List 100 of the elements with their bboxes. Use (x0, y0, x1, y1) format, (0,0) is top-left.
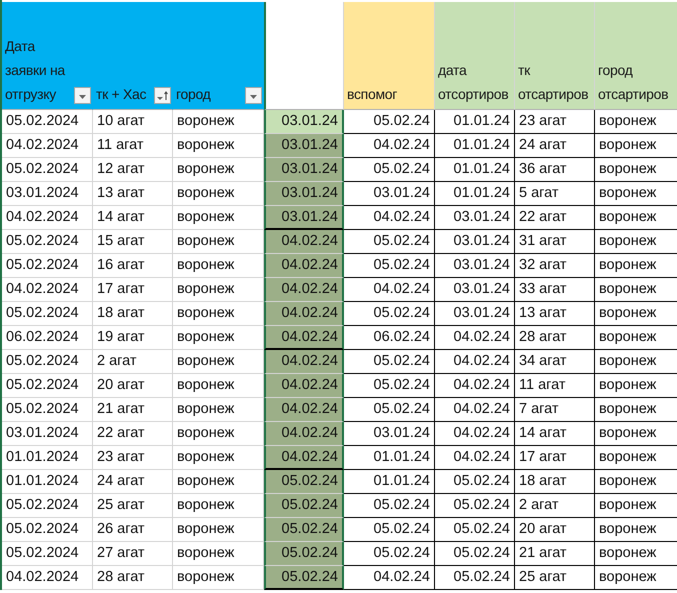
table-cell: 04.02.24 (344, 278, 435, 302)
table-cell: воронеж (173, 110, 264, 134)
table-cell: 05.02.24 (435, 470, 515, 494)
table-cell: 14 агат (515, 422, 595, 446)
table-cell: 27 агат (93, 542, 173, 566)
table-cell: 05.02.24 (344, 230, 435, 254)
table-cell: 01.01.24 (435, 158, 515, 182)
table-cell: 05.02.24 (344, 158, 435, 182)
table-cell: воронеж (173, 446, 264, 470)
table-cell: 04.02.24 (435, 398, 515, 422)
table-cell: 01.01.24 (344, 446, 435, 470)
table-cell: 03.01.24 (435, 278, 515, 302)
table-cell: 04.02.24 (264, 230, 344, 254)
table-cell: 04.02.24 (264, 278, 344, 302)
table-cell: 03.01.24 (264, 206, 344, 230)
table-cell: воронеж (173, 230, 264, 254)
sort-filter-button[interactable] (154, 87, 171, 104)
table-cell: 01.01.2024 (2, 446, 93, 470)
table-cell: 05.02.2024 (2, 302, 93, 326)
table-cell: 33 агат (515, 278, 595, 302)
table-cell: воронеж (173, 566, 264, 590)
table-cell: 03.01.24 (435, 302, 515, 326)
table-cell: 03.01.24 (435, 206, 515, 230)
caret-icon (156, 90, 169, 100)
header-label: тк + Хас (96, 85, 146, 104)
table-cell: 14 агат (93, 206, 173, 230)
table-cell: воронеж (173, 278, 264, 302)
table-cell: 03.01.24 (264, 110, 344, 134)
table-cell: 2 агат (515, 494, 595, 518)
table-cell: воронеж (173, 326, 264, 350)
table-cell: 04.02.24 (435, 350, 515, 374)
table-cell: 05.02.2024 (2, 374, 93, 398)
table-cell: 10 агат (93, 110, 173, 134)
filter-button[interactable] (74, 87, 91, 104)
table-cell: 24 агат (515, 134, 595, 158)
table-cell: воронеж (173, 302, 264, 326)
table-cell: 04.02.24 (344, 134, 435, 158)
table-cell: 01.01.2024 (2, 470, 93, 494)
table-cell: 05.02.24 (344, 254, 435, 278)
table-cell: 05.02.2024 (2, 350, 93, 374)
table-cell: 04.02.24 (344, 206, 435, 230)
table-cell: воронеж (173, 542, 264, 566)
table-cell: 03.01.2024 (2, 182, 93, 206)
table-cell: 05.02.24 (344, 110, 435, 134)
table-cell: воронеж (173, 398, 264, 422)
table-cell: 20 агат (515, 518, 595, 542)
table-cell: 05.02.24 (264, 518, 344, 542)
table-cell: 17 агат (93, 278, 173, 302)
table-cell: 11 агат (93, 134, 173, 158)
table-cell: 05.02.2024 (2, 518, 93, 542)
table-cell: 05.02.2024 (2, 230, 93, 254)
table-cell: 05.02.24 (264, 566, 344, 590)
table-cell: воронеж (173, 350, 264, 374)
table-cell: 03.01.24 (435, 254, 515, 278)
table-cell: 21 агат (93, 398, 173, 422)
table-cell: 25 агат (515, 566, 595, 590)
table-cell: 01.01.24 (435, 134, 515, 158)
table-cell: 24 агат (93, 470, 173, 494)
table-cell: воронеж (173, 518, 264, 542)
table-cell: воронеж (173, 182, 264, 206)
table-cell: 04.02.24 (264, 254, 344, 278)
table-cell: 05.02.2024 (2, 398, 93, 422)
table-cell: 04.02.24 (435, 422, 515, 446)
table-cell: 04.02.24 (264, 350, 344, 374)
table-cell: воронеж (173, 206, 264, 230)
table-cell: воронеж (173, 494, 264, 518)
table-cell: 13 агат (515, 302, 595, 326)
table-cell: 01.01.24 (435, 110, 515, 134)
table-cell: 04.02.24 (264, 326, 344, 350)
table-cell: 12 агат (93, 158, 173, 182)
table-cell: воронеж (173, 422, 264, 446)
table-cell: 04.02.24 (435, 374, 515, 398)
header-label: вспомог (347, 85, 398, 104)
table-cell: 05.02.24 (435, 542, 515, 566)
table-cell: 05.02.24 (344, 374, 435, 398)
table-cell: 04.02.24 (264, 446, 344, 470)
table-cell: 31 агат (515, 230, 595, 254)
table-cell: 04.02.24 (264, 302, 344, 326)
table-cell: 04.02.24 (264, 422, 344, 446)
header-label: тк отсартиров (518, 61, 590, 104)
table-cell: 05.02.24 (435, 566, 515, 590)
table-cell: 19 агат (93, 326, 173, 350)
table-cell: 05.02.2024 (2, 110, 93, 134)
table-cell: 03.01.24 (344, 422, 435, 446)
table-cell: 34 агат (515, 350, 595, 374)
filter-button[interactable] (245, 87, 262, 104)
table-cell: 01.01.24 (435, 182, 515, 206)
table-cell: 11 агат (515, 374, 595, 398)
table-cell: 22 агат (93, 422, 173, 446)
table-cell: 05.02.24 (435, 494, 515, 518)
table-cell: 05.02.24 (264, 470, 344, 494)
table-cell: 15 агат (93, 230, 173, 254)
table-cell: 04.02.2024 (2, 278, 93, 302)
table-cell: 05.02.24 (344, 350, 435, 374)
table-cell: 7 агат (515, 398, 595, 422)
table-cell: 05.02.24 (344, 494, 435, 518)
table-cell: 01.01.24 (344, 470, 435, 494)
table-cell: 17 агат (515, 446, 595, 470)
table-cell: 03.01.24 (264, 158, 344, 182)
table-cell: 23 агат (515, 110, 595, 134)
